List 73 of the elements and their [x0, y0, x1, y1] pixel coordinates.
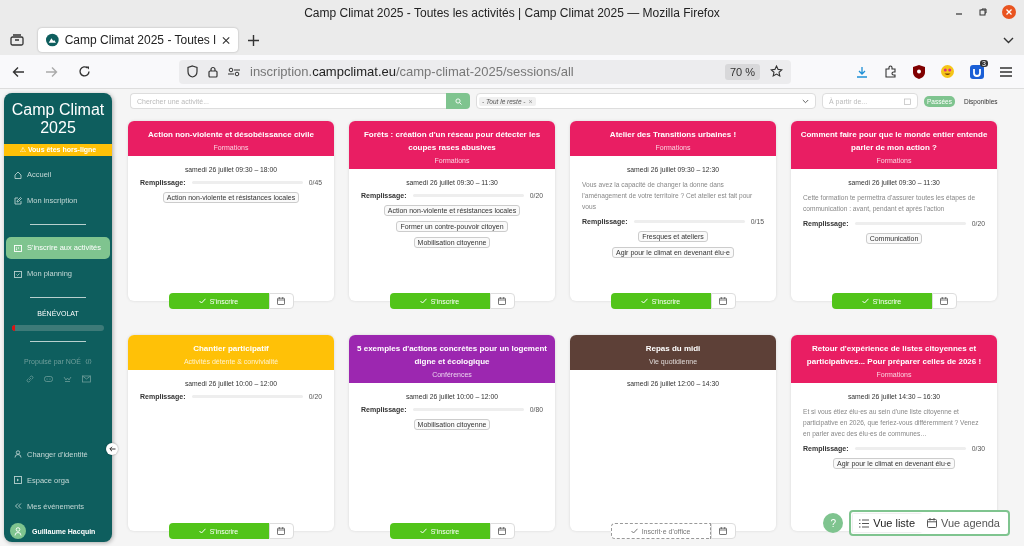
close-icon[interactable]: [221, 35, 230, 45]
menu-icon[interactable]: [1000, 66, 1012, 77]
user-avatar[interactable]: [10, 523, 26, 539]
calendar-icon: [277, 297, 285, 305]
back-icon[interactable]: [12, 65, 25, 78]
app-title: Camp Climat 2025: [10, 100, 106, 139]
restore-icon[interactable]: [978, 7, 988, 17]
shield-extension-icon[interactable]: [913, 64, 925, 79]
check-icon: [861, 298, 869, 304]
lock-icon[interactable]: [208, 65, 218, 78]
login-icon: [14, 476, 22, 484]
chevron-down-icon: [802, 98, 809, 104]
bookmark-star-icon[interactable]: [770, 65, 783, 78]
tab-overview-icon[interactable]: [10, 34, 24, 46]
calendar-icon: [498, 297, 506, 305]
new-tab-icon[interactable]: [248, 34, 259, 46]
activity-title: Atelier des Transitions urbaines !: [608, 129, 738, 141]
site-logo-icon: [46, 33, 59, 47]
window-title: Camp Climat 2025 - Toutes les activités | Camp Climat 2025 — Mozilla Firefox: [304, 5, 720, 20]
calendar-icon: [498, 527, 506, 535]
permissions-icon[interactable]: [228, 66, 240, 77]
view-tab[interactable]: Vue liste: [853, 514, 922, 532]
calendar-button[interactable]: [931, 293, 957, 309]
list-icon: [859, 518, 870, 528]
browser-tab[interactable]: Camp Climat 2025 - Toutes l: [38, 28, 238, 52]
calendar-button[interactable]: [710, 523, 736, 539]
calendar-icon: [719, 297, 727, 305]
check-icon: [640, 298, 648, 304]
calendar-button[interactable]: [710, 293, 736, 309]
double-chevron-left-icon: [14, 502, 22, 510]
activity-title: Chantier participatif: [192, 343, 270, 355]
shield-icon[interactable]: [187, 65, 198, 78]
url-text: inscription.campclimat.eu/camp-climat-2025/sessions/all: [250, 64, 575, 79]
activity-title: Retour d'expérience de listes citoyennes et participatives... Pour préparer celles de 2026 !: [805, 343, 983, 368]
check-icon: [198, 528, 206, 534]
check-icon: [198, 298, 206, 304]
calendar-icon: [719, 527, 727, 535]
activity-title: Action non-violente et désobéissance civile: [147, 129, 315, 141]
search-icon: [454, 97, 462, 105]
puzzle-icon[interactable]: [884, 65, 897, 78]
zoom-level[interactable]: 70 %: [724, 63, 760, 80]
check-icon: [630, 528, 638, 534]
tab-title: Camp Climat 2025 - Toutes l: [64, 33, 216, 47]
shield-extension-icon[interactable]: [970, 64, 984, 79]
calendar-icon: [904, 97, 911, 105]
chevron-down-icon[interactable]: [1003, 36, 1014, 44]
mail-icon[interactable]: [81, 374, 91, 383]
calendar-check-icon: [14, 269, 22, 278]
check-icon: [419, 298, 427, 304]
arrow-left-icon: [108, 446, 116, 452]
calendar-button[interactable]: [489, 293, 515, 309]
check-icon: [419, 528, 427, 534]
address-bar[interactable]: inscription.campclimat.eu/camp-climat-2025/sessions/all 70 %: [179, 59, 791, 84]
calendar-icon: [277, 527, 285, 535]
smiley-extension-icon[interactable]: [941, 65, 954, 78]
calendar-icon: [927, 518, 938, 528]
calendar-button[interactable]: [489, 523, 515, 539]
person-icon: [14, 450, 22, 458]
calendar-button[interactable]: [268, 523, 294, 539]
reload-icon[interactable]: [78, 65, 91, 78]
calendar-icon: [940, 297, 948, 305]
calendar-icon: [14, 243, 22, 252]
edit-icon: [14, 196, 22, 205]
home-icon: [14, 170, 22, 179]
activity-title: Repas du midi: [644, 343, 702, 355]
activity-title: 5 exemples d'actions concrètes pour un logement digne et écologique: [357, 343, 547, 368]
calendar-button[interactable]: [268, 293, 294, 309]
close-icon[interactable]: [1002, 5, 1016, 19]
download-icon[interactable]: [856, 65, 868, 78]
activity-title: Forêts : création d'un réseau pour détecter les coupes rases abusives: [362, 129, 542, 154]
collapse-sidebar-button[interactable]: [106, 443, 118, 455]
activity-title: Comment faire pour que le monde entier entende parler de mon action ?: [799, 129, 989, 154]
person-icon: [14, 526, 22, 536]
